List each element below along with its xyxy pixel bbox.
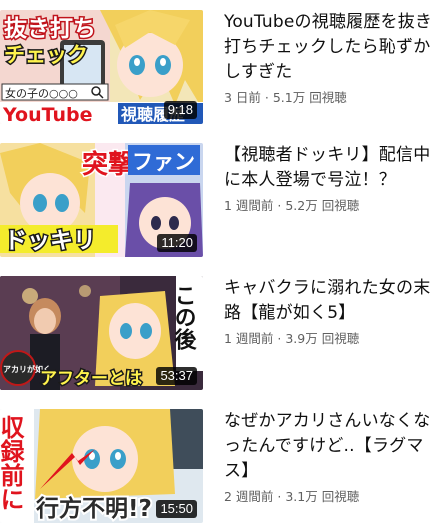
thumb-banner-a: YouTube bbox=[2, 104, 92, 124]
thumb-text-a: この後 bbox=[171, 284, 197, 350]
video-duration: 11:20 bbox=[157, 234, 197, 252]
video-item[interactable]: 突撃 ファン ドッキリ 11:20 【視聴者ドッキリ】配信中に本人登場で号泣！？… bbox=[0, 143, 442, 263]
video-duration: 15:50 bbox=[156, 500, 197, 518]
video-title[interactable]: キャバクラに溺れた女の末路【龍が如く5】 bbox=[224, 276, 434, 326]
video-title[interactable]: 【視聴者ドッキリ】配信中に本人登場で号泣！？ bbox=[224, 143, 434, 193]
video-title[interactable]: なぜかアカリさんいなくなったんですけど..【ラグマス】 bbox=[224, 409, 434, 484]
video-duration: 53:37 bbox=[156, 367, 197, 385]
thumb-text-c: アフターとは bbox=[40, 369, 142, 389]
video-item[interactable]: 収録前に 行方不明!? 15:50 なぜかアカリさんいなくなったんですけど..【… bbox=[0, 409, 442, 523]
video-item[interactable]: 抜き打ち チェック 女の子の○○○ YouTube 視聴履歴 9:18 YouT… bbox=[0, 10, 442, 130]
thumb-text-b: 行方不明!? bbox=[35, 495, 152, 522]
video-thumbnail[interactable]: 突撃 ファン ドッキリ 11:20 bbox=[0, 143, 203, 257]
video-thumbnail[interactable]: 抜き打ち チェック 女の子の○○○ YouTube 視聴履歴 9:18 bbox=[0, 10, 203, 124]
video-info[interactable]: なぜかアカリさんいなくなったんですけど..【ラグマス】 2 週間前 · 3.1万… bbox=[224, 409, 434, 506]
video-meta: 1 週間前 · 3.9万 回視聴 bbox=[224, 331, 360, 346]
video-item[interactable]: この後 アカリが如く アフターとは 53:37 キャバクラに溺れた女の末路【龍が… bbox=[0, 276, 442, 396]
thumb-text-mid: チェック bbox=[4, 43, 88, 67]
video-meta: 2 週間前 · 3.1万 回視聴 bbox=[224, 489, 360, 504]
video-info[interactable]: YouTubeの視聴履歴を抜き打ちチェックしたら恥ずかしすぎた 3 日前 · 5… bbox=[224, 10, 434, 107]
video-info[interactable]: 【視聴者ドッキリ】配信中に本人登場で号泣！？ 1 週間前 · 5.2万 回視聴 bbox=[224, 143, 434, 215]
thumb-text-c: ドッキリ bbox=[4, 228, 96, 254]
thumb-text-a: 収録前に bbox=[0, 415, 24, 511]
thumb-text-top: 抜き打ち bbox=[4, 15, 96, 42]
video-thumbnail[interactable]: 収録前に 行方不明!? 15:50 bbox=[0, 409, 203, 523]
thumb-text-a: 突撃 bbox=[82, 149, 134, 180]
thumb-text-b: ファン bbox=[132, 150, 195, 174]
video-thumbnail[interactable]: この後 アカリが如く アフターとは 53:37 bbox=[0, 276, 203, 390]
video-title[interactable]: YouTubeの視聴履歴を抜き打ちチェックしたら恥ずかしすぎた bbox=[224, 10, 434, 85]
video-meta: 3 日前 · 5.1万 回視聴 bbox=[224, 90, 347, 105]
thumb-search-text: 女の子の○○○ bbox=[5, 86, 78, 100]
video-duration: 9:18 bbox=[163, 101, 197, 119]
video-info[interactable]: キャバクラに溺れた女の末路【龍が如く5】 1 週間前 · 3.9万 回視聴 bbox=[224, 276, 434, 348]
video-meta: 1 週間前 · 5.2万 回視聴 bbox=[224, 198, 360, 213]
